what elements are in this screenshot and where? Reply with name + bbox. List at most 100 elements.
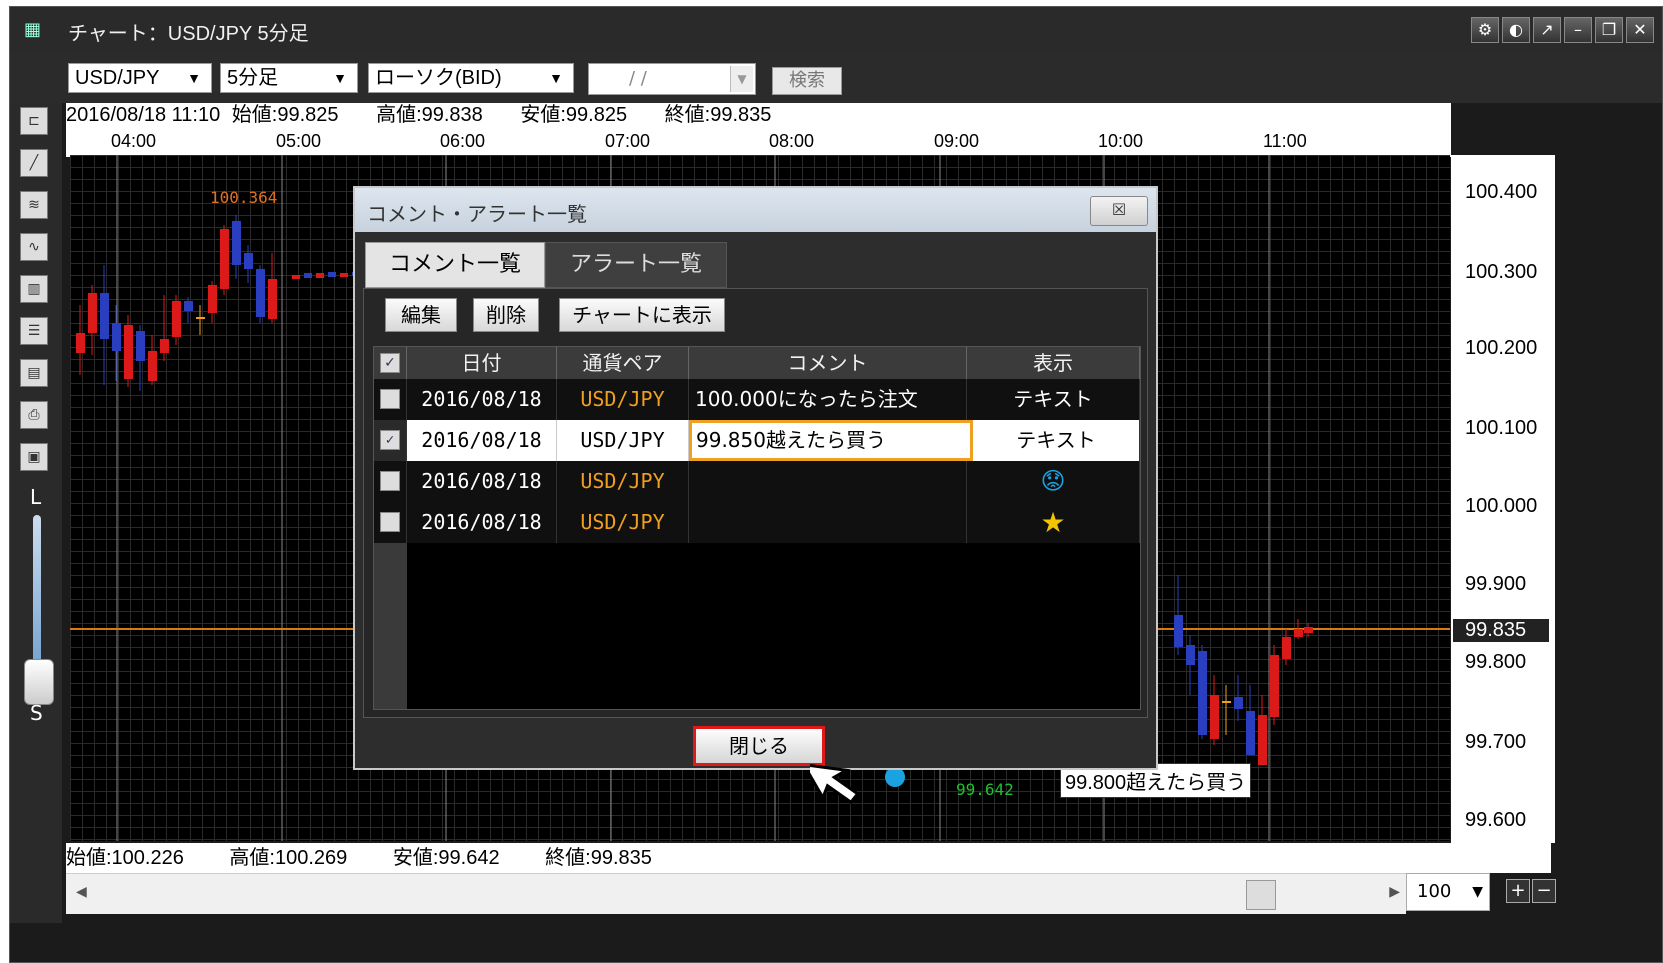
minimize-icon[interactable]: –: [1564, 17, 1592, 43]
print-icon[interactable]: ⎙: [20, 401, 48, 429]
timeframe-select-value: 5分足: [227, 67, 279, 89]
comment-table: ✓ 日付 通貨ペア コメント 表示 2016/08/18 USD/JPY 100…: [373, 346, 1141, 710]
price-tick: 99.900: [1465, 573, 1527, 595]
zoom-out-icon[interactable]: −: [1532, 879, 1556, 903]
row-date: 2016/08/18: [407, 502, 557, 543]
candle: [1304, 627, 1313, 633]
palette-icon[interactable]: ◐: [1502, 17, 1530, 43]
table-row-selected[interactable]: ✓ 2016/08/18 USD/JPY 99.850越えたら買う テキスト: [374, 420, 1140, 461]
candle: [88, 293, 97, 333]
scroll-left-icon[interactable]: ◀: [76, 884, 87, 900]
info-high: 高値:99.838: [376, 104, 483, 126]
slider-top-label: L: [30, 485, 42, 509]
candles-right: [1174, 575, 1313, 765]
chevron-down-icon: ▼: [333, 70, 347, 86]
timeframe-select[interactable]: 5分足 ▼: [220, 63, 358, 93]
pair-select[interactable]: USD/JPY ▼: [68, 63, 212, 93]
edit-button[interactable]: 編集: [385, 298, 457, 332]
restore-icon[interactable]: ❐: [1595, 17, 1623, 43]
select-all-cell[interactable]: ✓: [374, 347, 407, 379]
comment-icon[interactable]: ▤: [20, 359, 48, 387]
row-date: 2016/08/18: [407, 420, 557, 461]
chart-type-select[interactable]: ローソク(BID) ▼: [368, 63, 574, 93]
window-title: チャート：USD/JPY 5分足: [68, 23, 309, 45]
chevron-down-icon: ▼: [1472, 884, 1483, 900]
time-tick: 05:00: [276, 131, 322, 151]
chart-scrollbar[interactable]: ◀ ▶: [66, 873, 1406, 914]
list-icon[interactable]: ☰: [20, 317, 48, 345]
candle: [136, 331, 145, 361]
oscillator-icon[interactable]: ∿: [20, 233, 48, 261]
row-pair: USD/JPY: [557, 420, 689, 461]
indicator-icon[interactable]: ≋: [20, 191, 48, 219]
header-display[interactable]: 表示: [967, 347, 1140, 379]
date-input[interactable]: / / ▼: [588, 63, 756, 95]
high-marker: 100.364: [210, 188, 277, 207]
chevron-down-icon: ▼: [549, 70, 563, 86]
row-check-cell[interactable]: [374, 502, 407, 543]
date-dropdown-icon[interactable]: ▼: [730, 66, 753, 92]
popout-icon[interactable]: ↗: [1533, 17, 1561, 43]
zoom-slider-thumb[interactable]: [24, 659, 54, 705]
candle: [124, 325, 133, 379]
row-check-cell[interactable]: ✓: [374, 420, 407, 461]
row-checkbox[interactable]: [380, 471, 400, 491]
price-table-icon[interactable]: ▥: [20, 275, 48, 303]
table-row[interactable]: 2016/08/18 USD/JPY 100.000になったら注文 テキスト: [374, 379, 1140, 420]
candle: [100, 293, 109, 339]
save-icon[interactable]: ▣: [20, 443, 48, 471]
table-header: ✓ 日付 通貨ペア コメント 表示: [374, 347, 1140, 379]
row-checkbox-checked[interactable]: ✓: [380, 430, 400, 450]
info-datetime: 2016/08/18 11:10: [66, 104, 221, 126]
trendline-icon[interactable]: ╱: [20, 149, 48, 177]
summary-high: 高値:100.269: [229, 847, 348, 869]
zoom-select[interactable]: 100 ▼: [1406, 873, 1490, 911]
time-tick: 08:00: [769, 131, 815, 151]
header-date[interactable]: 日付: [407, 347, 557, 379]
row-date: 2016/08/18: [407, 379, 557, 420]
info-low: 安値:99.825: [520, 104, 628, 126]
scroll-thumb[interactable]: [1246, 880, 1276, 910]
gear-icon[interactable]: ⚙: [1471, 17, 1499, 43]
row-check-cell[interactable]: [374, 379, 407, 420]
price-axis: 100.400 100.300 100.200 100.100 100.000 …: [1451, 155, 1555, 843]
delete-button[interactable]: 削除: [473, 298, 539, 332]
dialog-title: コメント・アラート一覧: [367, 204, 587, 226]
row-checkbox[interactable]: [380, 512, 400, 532]
show-on-chart-button[interactable]: チャートに表示: [559, 298, 725, 332]
table-row[interactable]: 2016/08/18 USD/JPY 😟: [374, 461, 1140, 502]
chart-settings-icon[interactable]: ⊏: [20, 107, 48, 135]
candles-left: [76, 215, 360, 391]
select-all-checkbox[interactable]: ✓: [380, 353, 400, 373]
row-checkbox[interactable]: [380, 389, 400, 409]
row-comment: 100.000になったら注文: [689, 379, 967, 420]
price-tick: 99.600: [1465, 809, 1527, 831]
candle: [148, 351, 157, 381]
candle: [1186, 645, 1195, 665]
row-pair: USD/JPY: [557, 502, 689, 543]
candle: [220, 229, 229, 289]
candle: [1282, 637, 1291, 659]
drawing-toolbar: ⊏ ╱ ≋ ∿ ▥ ☰ ▤ ⎙ ▣ L S: [10, 103, 62, 923]
candle: [196, 317, 205, 319]
tab-comments[interactable]: コメント一覧: [365, 242, 545, 288]
tab-alerts[interactable]: アラート一覧: [545, 242, 727, 288]
title-bar: ▦ チャート：USD/JPY 5分足 ⚙ ◐ ↗ – ❐ ✕: [10, 7, 1662, 53]
dialog-close-icon[interactable]: ☒: [1090, 196, 1148, 226]
chart-type-select-value: ローソク(BID): [375, 67, 502, 89]
close-icon[interactable]: ✕: [1626, 17, 1654, 43]
row-comment-edit-field[interactable]: 99.850越えたら買う: [689, 420, 973, 461]
header-comment[interactable]: コメント: [689, 347, 967, 379]
close-button[interactable]: 閉じる: [693, 726, 825, 766]
price-tick: 100.400: [1465, 181, 1538, 203]
header-pair[interactable]: 通貨ペア: [557, 347, 689, 379]
row-check-cell[interactable]: [374, 461, 407, 502]
zoom-in-icon[interactable]: +: [1506, 879, 1530, 903]
low-marker: 99.642: [956, 780, 1014, 799]
scroll-right-icon[interactable]: ▶: [1389, 884, 1400, 900]
search-button[interactable]: 検索: [772, 67, 842, 95]
table-row[interactable]: 2016/08/18 USD/JPY ★: [374, 502, 1140, 543]
row-pair: USD/JPY: [557, 379, 689, 420]
summary-close: 終値:99.835: [545, 847, 652, 869]
candle: [172, 301, 181, 337]
